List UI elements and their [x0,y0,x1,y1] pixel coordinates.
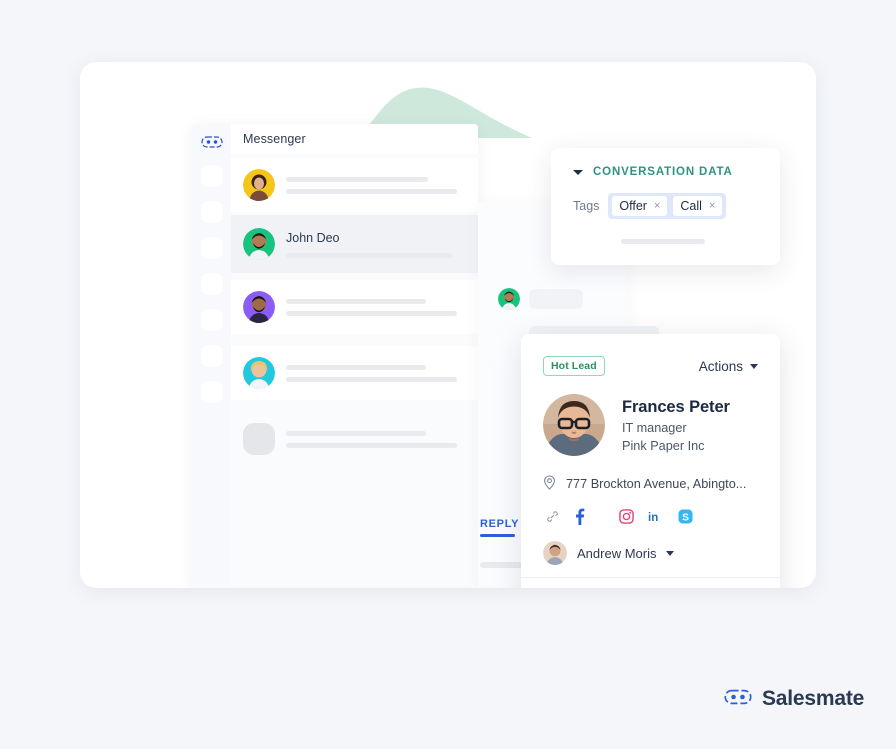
man-purple-avatar [243,291,275,323]
list-item-label: John Deo [286,230,340,245]
product-illustration-card: Messenger John Deo REPLY CONVERSATION DA… [80,62,816,588]
sidebar-rail-item[interactable] [200,345,223,367]
contact-owner-row[interactable]: Andrew Moris [543,541,758,565]
close-icon[interactable]: × [709,200,715,212]
woman-cyan-avatar [243,357,275,389]
panel-placeholder-line [621,239,705,244]
screenshot-stage: Messenger John Deo REPLY CONVERSATION DA… [0,0,896,749]
tag-chip-offer[interactable]: Offer × [612,196,668,216]
conversation-data-header[interactable]: CONVERSATION DATA [573,166,758,178]
contact-identity-text: Frances Peter IT manager Pink Paper Inc [622,398,730,453]
sidebar-rail-item[interactable] [200,165,223,187]
chevron-down-icon[interactable] [573,169,583,175]
sidebar-rail-item[interactable] [200,201,223,223]
sidebar-rail-item[interactable] [200,237,223,259]
tab-reply-label: REPLY [480,518,520,530]
tags-row: Tags Offer × Call × [573,193,758,219]
sidebar-rail-item[interactable] [200,273,223,295]
messenger-header: Messenger [231,124,478,154]
salesmate-logo-icon [724,689,752,710]
contact-name: Frances Peter [622,397,730,416]
thread-message-bubble [529,289,583,309]
link-icon[interactable] [545,509,560,524]
list-item-body: John Deo [286,231,466,258]
list-item-john-deo[interactable]: John Deo [231,215,478,273]
list-item[interactable] [231,280,478,334]
salesmate-logo-icon [200,135,224,149]
messenger-sidebar-rail [192,124,231,588]
list-item-placeholder-lines [286,364,466,382]
tag-chip-label: Call [680,199,702,213]
contact-address: 777 Brockton Avenue, Abingto... [566,477,747,491]
tab-active-indicator [480,534,515,537]
brand-logo: Salesmate [724,687,864,711]
list-item[interactable] [231,412,478,466]
sidebar-rail-item[interactable] [200,381,223,403]
status-badge: Hot Lead [543,356,605,376]
contact-detail-card: Hot Lead Actions Frances Peter IT manage… [521,334,780,588]
list-item[interactable] [231,346,478,400]
contact-identity: Frances Peter IT manager Pink Paper Inc [543,394,758,456]
list-item-placeholder-lines [286,430,466,448]
messenger-body: Messenger John Deo [231,124,478,588]
facebook-icon[interactable] [574,508,585,525]
actions-dropdown[interactable]: Actions [699,359,758,374]
contact-card-body: Hot Lead Actions Frances Peter IT manage… [521,334,780,565]
tags-field[interactable]: Offer × Call × [608,193,727,219]
tags-label: Tags [573,199,600,213]
tag-chip-call[interactable]: Call × [673,196,723,216]
messenger-title: Messenger [243,132,306,146]
list-item-placeholder-lines [286,176,466,194]
contact-action-bar [521,577,780,588]
contact-card-header: Hot Lead Actions [543,356,758,376]
brand-name: Salesmate [762,687,865,710]
thread-message-row [498,288,583,310]
contact-address-row: 777 Brockton Avenue, Abingto... [543,475,758,493]
chevron-down-icon [750,363,758,369]
tag-chip-label: Offer [619,199,647,213]
conversation-data-panel: CONVERSATION DATA Tags Offer × Call × [551,148,780,265]
woman-yellow-avatar [243,169,275,201]
man-green-avatar [498,288,520,310]
frances-peter-avatar [543,394,605,456]
man-green-avatar [243,228,275,260]
conversation-data-title: CONVERSATION DATA [593,166,733,178]
placeholder-gray-avatar [243,423,275,455]
actions-dropdown-label: Actions [698,358,743,374]
chevron-down-icon[interactable] [666,550,675,556]
conversation-list: John Deo [231,154,478,588]
svg-text:S: S [682,512,689,523]
contact-company: Pink Paper Inc [622,438,705,453]
close-icon[interactable]: × [654,200,660,212]
list-item[interactable] [231,158,478,212]
instagram-icon[interactable] [619,509,634,524]
contact-owner-name: Andrew Moris [577,545,657,561]
messenger-window: Messenger John Deo [192,124,478,588]
list-item-placeholder-lines [286,298,466,316]
andrew-moris-avatar [543,541,567,565]
svg-text:in: in [648,512,658,524]
contact-social-links: in S [543,508,758,525]
sidebar-rail-item[interactable] [200,309,223,331]
tab-reply[interactable]: REPLY [480,518,519,537]
contact-role: IT manager [622,420,687,435]
location-pin-icon [543,475,556,493]
skype-icon[interactable]: S [678,509,693,524]
linkedin-icon[interactable]: in [648,509,664,524]
